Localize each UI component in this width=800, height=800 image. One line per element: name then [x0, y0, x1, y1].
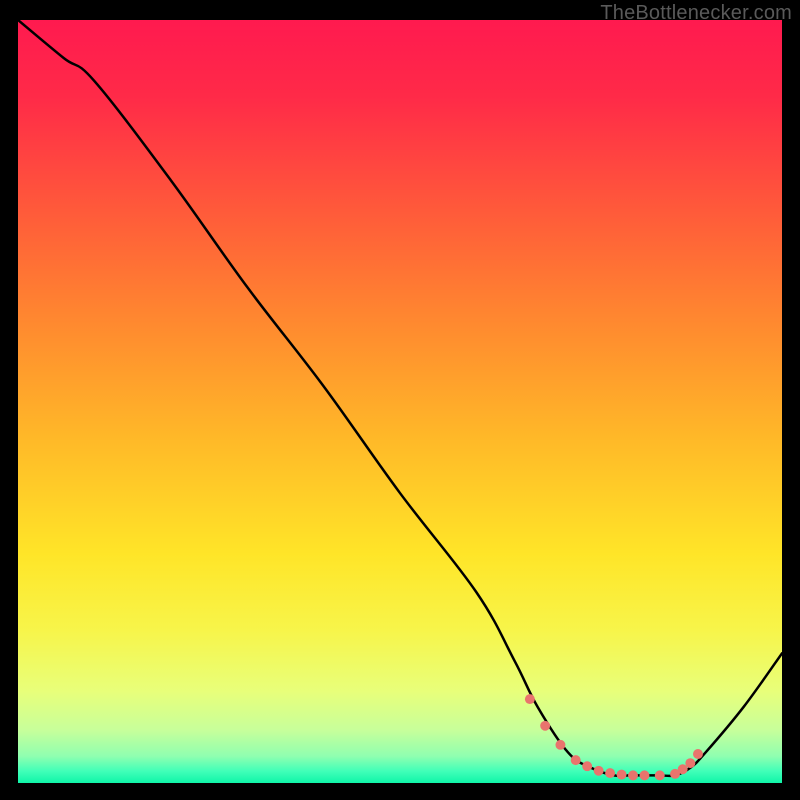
marker-point	[525, 694, 535, 704]
marker-point	[594, 766, 604, 776]
marker-point	[605, 768, 615, 778]
plot-area	[18, 20, 782, 783]
watermark-text: TheBottlenecker.com	[600, 2, 792, 25]
marker-point	[693, 749, 703, 759]
curve-layer	[18, 20, 782, 783]
highlight-markers	[525, 694, 703, 780]
marker-point	[685, 758, 695, 768]
bottleneck-curve	[18, 20, 782, 776]
marker-point	[640, 770, 650, 780]
marker-point	[617, 770, 627, 780]
marker-point	[571, 755, 581, 765]
marker-point	[540, 721, 550, 731]
marker-point	[655, 770, 665, 780]
chart-frame: TheBottlenecker.com	[0, 0, 800, 800]
marker-point	[555, 740, 565, 750]
marker-point	[582, 761, 592, 771]
marker-point	[628, 770, 638, 780]
